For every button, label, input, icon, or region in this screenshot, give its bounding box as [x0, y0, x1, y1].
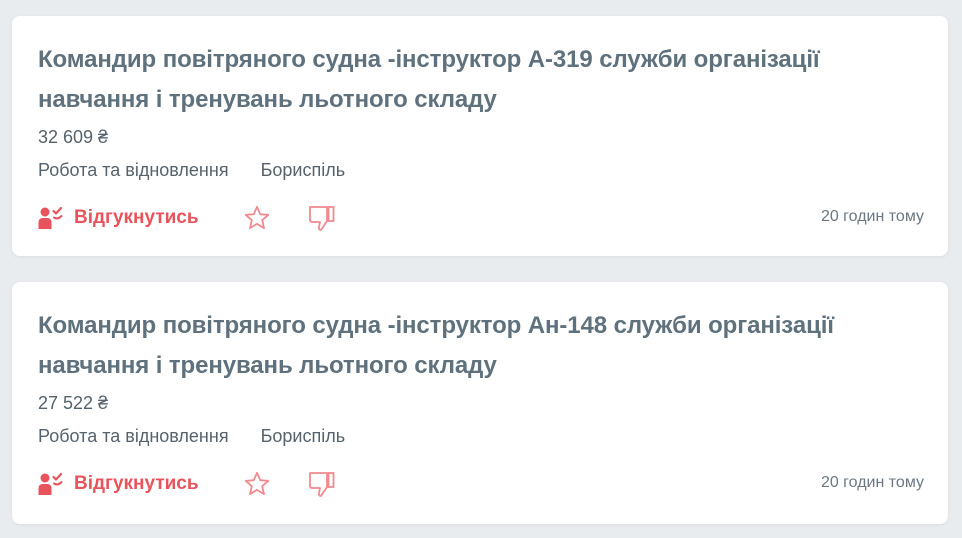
vacancy-city: Бориспіль [260, 160, 346, 180]
respond-label: Відгукнутись [74, 207, 199, 228]
vacancy-title-link[interactable]: Командир повітряного судна -інструктор А… [38, 306, 918, 386]
posted-time: 20 годин тому [820, 474, 924, 491]
vacancy-meta: Робота та відновлення Бориспіль [38, 159, 345, 181]
vacancy-card[interactable]: Командир повітряного судна -інструктор А… [12, 282, 948, 524]
posted-time: 20 годин тому [820, 208, 924, 225]
vacancy-category: Робота та відновлення [38, 160, 229, 180]
respond-button[interactable]: Відгукнутись [36, 470, 199, 498]
thumbs-down-icon[interactable] [306, 203, 336, 233]
vacancy-meta: Робота та відновлення Бориспіль [38, 425, 345, 447]
person-check-icon [36, 204, 64, 232]
thumbs-down-icon[interactable] [306, 469, 336, 499]
vacancy-category: Робота та відновлення [38, 426, 229, 446]
star-icon[interactable] [243, 470, 271, 498]
vacancy-city: Бориспіль [260, 426, 346, 446]
vacancy-card[interactable]: Командир повітряного судна -інструктор А… [12, 16, 948, 256]
star-icon[interactable] [243, 204, 271, 232]
person-check-icon [36, 470, 64, 498]
vacancy-salary: 27 522 ₴ [38, 393, 109, 413]
respond-label: Відгукнутись [74, 473, 199, 494]
respond-button[interactable]: Відгукнутись [36, 204, 199, 232]
vacancy-salary: 32 609 ₴ [38, 127, 109, 147]
vacancy-title-link[interactable]: Командир повітряного судна -інструктор А… [38, 40, 918, 120]
